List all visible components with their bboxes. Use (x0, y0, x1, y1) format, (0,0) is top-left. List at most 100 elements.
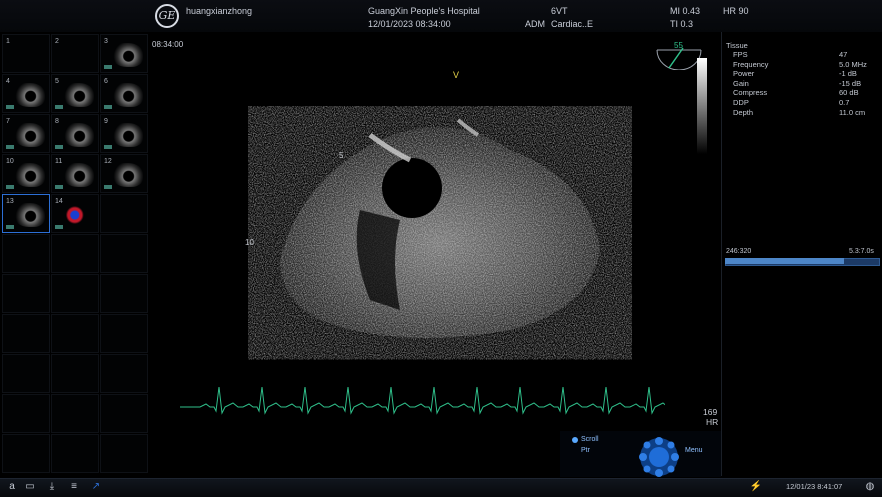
operator-name: huangxianzhong (186, 6, 253, 16)
param-label: Frequency (733, 59, 769, 69)
thumbnail-9[interactable]: 9 (100, 114, 148, 153)
param-value: 60 dB (839, 88, 859, 98)
ge-logo-icon: GE (155, 4, 179, 28)
thumbnail-3[interactable]: 3 (100, 34, 148, 73)
thumbnail-empty (100, 354, 148, 393)
text-annotation-icon[interactable]: a (4, 480, 20, 494)
hospital-name: GuangXin People's Hospital (368, 6, 480, 16)
thumbnail-empty (100, 394, 148, 433)
thumbnail-empty (100, 274, 148, 313)
list-icon[interactable]: ≡ (66, 480, 82, 494)
param-value: 47 (839, 50, 848, 59)
trackball-icon[interactable] (638, 436, 680, 478)
pointer-icon[interactable]: ↗ (88, 480, 104, 494)
thumbnail-tag-icon (6, 185, 14, 189)
thumbnail-empty (51, 314, 99, 353)
thumbnail-empty (100, 434, 148, 473)
thumbnail-image (13, 163, 45, 187)
thumbnail-image (13, 123, 45, 147)
thumbnail-empty (100, 314, 148, 353)
param-label: FPS (733, 50, 748, 59)
thumbnail-13[interactable]: 13 (2, 194, 50, 233)
thumbnail-2[interactable]: 2 (51, 34, 99, 73)
image-timestamp: 08:34:00 (152, 40, 184, 49)
thumbnail-number: 10 (6, 158, 14, 165)
thumbnail-number: 4 (6, 78, 10, 85)
thumbnail-empty (2, 434, 50, 473)
thumbnail-image (111, 83, 143, 107)
thumbnail-empty (51, 354, 99, 393)
ecg-trace (180, 386, 665, 415)
thumbnail-tag-icon (104, 105, 112, 109)
report-icon[interactable]: ▭ (22, 480, 38, 494)
thumbnail-4[interactable]: 4 (2, 74, 50, 113)
thumbnail-image (62, 123, 94, 147)
angle-value: 55 (674, 41, 683, 50)
thumbnail-11[interactable]: 11 (51, 154, 99, 193)
scroll-dot-icon (572, 437, 578, 443)
thumbnail-image (62, 163, 94, 187)
panel-divider (721, 32, 722, 476)
thumbnail-10[interactable]: 10 (2, 154, 50, 193)
thumbnail-image (111, 43, 143, 67)
thumbnail-image (111, 163, 143, 187)
thumbnail-number: 7 (6, 118, 10, 125)
thumbnail-number: 12 (104, 158, 112, 165)
thumbnail-empty (51, 274, 99, 313)
thumbnail-tag-icon (55, 185, 63, 189)
thumbnail-tag-icon (55, 225, 63, 229)
cine-frame: 246:320 (726, 248, 752, 255)
param-value: -15 dB (839, 78, 862, 88)
download-icon[interactable]: ⤓ (44, 480, 60, 494)
thumbnail-tag-icon (6, 145, 14, 149)
plug-icon: ⚡ (749, 481, 763, 492)
thumbnail-empty (2, 354, 50, 393)
thumbnail-image (13, 83, 45, 107)
mi-value: MI 0.43 (670, 6, 701, 16)
thumbnail-tag-icon (104, 65, 112, 69)
trackball-scroll[interactable]: Scroll (581, 436, 599, 443)
thumbnail-5[interactable]: 5 (51, 74, 99, 113)
thumbnail-14[interactable]: 14 (51, 194, 99, 233)
header-hr: HR 90 (723, 6, 749, 16)
probe-name: 6VT (551, 6, 568, 16)
grayscale-bar (697, 58, 707, 154)
globe-icon[interactable]: ◍ (862, 480, 878, 494)
user-id: ADM (525, 19, 545, 29)
trackball-ptr[interactable]: Ptr (581, 447, 590, 454)
thumbnail-12[interactable]: 12 (100, 154, 148, 193)
thumbnail-empty (2, 234, 50, 273)
thumbnail-empty (51, 234, 99, 273)
thumbnail-number: 5 (55, 78, 59, 85)
mode-label: Tissue (726, 41, 748, 50)
thumbnail-7[interactable]: 7 (2, 114, 50, 153)
param-value: 0.7 (839, 98, 850, 107)
thumbnail-image (13, 203, 45, 227)
hr-label: HR (706, 417, 719, 427)
thumbnail-grid: 1 2 3 4 5 6 7 8 9 10 11 12 13 14 (0, 32, 150, 476)
param-label: DDP (733, 98, 749, 107)
thumbnail-6[interactable]: 6 (100, 74, 148, 113)
echo-sector-image (280, 118, 600, 338)
param-label: Gain (733, 78, 749, 88)
exam-datetime: 12/01/2023 08:34:00 (368, 19, 451, 29)
param-value: 11.0 cm (839, 107, 866, 117)
thumbnail-tag-icon (55, 145, 63, 149)
thumbnail-empty (51, 434, 99, 473)
thumbnail-1[interactable]: 1 (2, 34, 50, 73)
thumbnail-empty (2, 314, 50, 353)
thumbnail-8[interactable]: 8 (51, 114, 99, 153)
thumbnail-tag-icon (104, 145, 112, 149)
thumbnail-tag-icon (55, 105, 63, 109)
cine-progress (725, 258, 845, 264)
trackball-menu[interactable]: Menu (685, 447, 703, 454)
thumbnail-empty (51, 394, 99, 433)
hr-value: 169 (703, 407, 718, 417)
thumbnail-number: 14 (55, 198, 63, 205)
param-label: Power (733, 69, 755, 79)
thumbnail-empty (100, 234, 148, 273)
thumbnail-number: 11 (55, 158, 63, 165)
thumbnail-empty (2, 394, 50, 433)
thumbnail-number: 3 (104, 38, 108, 45)
param-value: -1 dB (839, 69, 857, 79)
